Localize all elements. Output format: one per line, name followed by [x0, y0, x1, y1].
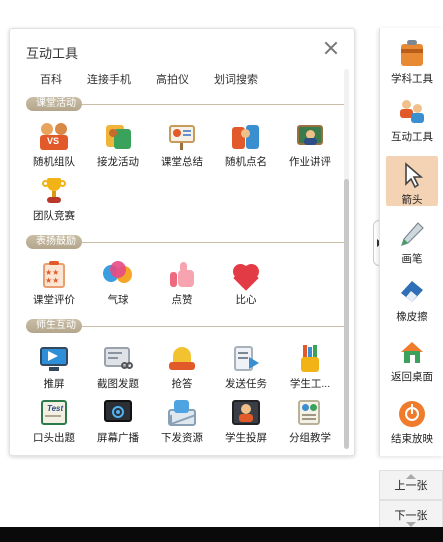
screenshot-scissors-icon — [103, 345, 133, 373]
sidebar-item-interactive-tools[interactable]: 互动工具 — [380, 98, 443, 144]
broadcast-icon — [103, 399, 133, 427]
group-teaching-icon — [295, 399, 325, 427]
tool-screenshot-question[interactable]: 截图发题 — [86, 345, 150, 391]
tool-distribute-resources[interactable]: 下发资源 — [150, 399, 214, 445]
divider — [82, 326, 344, 327]
tool-buzzer[interactable]: 抢答 — [150, 345, 214, 391]
link-connect-phone[interactable]: 连接手机 — [87, 71, 131, 87]
tool-class-summary[interactable]: 课堂总结 — [150, 123, 214, 169]
grid-teacher-student: 推屏 截图发题 抢答 发送任务 学生工... Test 口头出题 屏幕广播 下发… — [22, 345, 342, 445]
grid-class-activities: VS 随机组队 接龙活动 课堂总结 随机点名 作业讲评 团队竞赛 — [22, 123, 342, 223]
trophy-icon — [39, 177, 69, 205]
pen-icon — [398, 220, 426, 248]
toolbox-icon — [398, 40, 426, 68]
student-cast-icon — [231, 399, 261, 427]
sidebar-item-eraser[interactable]: 橡皮擦 — [380, 278, 443, 324]
sidebar-item-desktop[interactable]: 返回桌面 — [380, 338, 443, 384]
tool-relay-activity[interactable]: 接龙活动 — [86, 123, 150, 169]
send-task-icon — [231, 345, 261, 373]
tool-random-rollcall[interactable]: 随机点名 — [214, 123, 278, 169]
link-word-search[interactable]: 划词搜索 — [214, 71, 258, 87]
link-document-camera[interactable]: 高拍仪 — [156, 71, 189, 87]
tool-heart[interactable]: 比心 — [214, 261, 278, 307]
tool-oral-question[interactable]: Test 口头出题 — [22, 399, 86, 445]
thumbs-up-icon — [167, 261, 197, 289]
tool-send-task[interactable]: 发送任务 — [214, 345, 278, 391]
envelope-resources-icon — [167, 399, 197, 427]
monitor-push-icon — [39, 345, 69, 373]
bottom-bar — [0, 527, 443, 542]
grid-praise: ★★ ★★ 课堂评价 气球 点赞 比心 — [22, 261, 342, 307]
people-icon — [398, 98, 426, 126]
section-label: 表扬鼓励 — [26, 235, 82, 249]
right-toolbar: 学科工具 互动工具 箭头 画笔 橡皮擦 返回桌面 结束放映 — [379, 28, 443, 456]
rollcall-icon — [231, 123, 261, 151]
tool-student-tools[interactable]: 学生工... — [278, 345, 342, 391]
test-paper-icon: Test — [39, 399, 69, 427]
random-team-icon: VS — [39, 123, 69, 151]
link-encyclopedia[interactable]: 百科 — [40, 71, 62, 87]
section-label: 课堂活动 — [26, 97, 82, 111]
home-icon — [398, 338, 426, 366]
summary-board-icon — [167, 123, 197, 151]
tool-screen-broadcast[interactable]: 屏幕广播 — [86, 399, 150, 445]
section-header-class-activities: 课堂活动 — [26, 97, 344, 111]
divider — [82, 242, 344, 243]
heart-icon — [231, 261, 261, 291]
tool-like[interactable]: 点赞 — [150, 261, 214, 307]
interactive-tools-panel: 互动工具 百科 连接手机 高拍仪 划词搜索 课堂活动 VS 随机组队 接龙活动 … — [9, 28, 355, 456]
tool-push-screen[interactable]: 推屏 — [22, 345, 86, 391]
tool-team-competition[interactable]: 团队竞赛 — [22, 177, 86, 223]
sidebar-item-subject-tools[interactable]: 学科工具 — [380, 40, 443, 86]
close-icon[interactable] — [323, 40, 339, 56]
pencil-cup-icon — [295, 345, 325, 373]
sidebar-item-pen[interactable]: 画笔 — [380, 220, 443, 266]
scrollbar-thumb[interactable] — [344, 179, 349, 449]
section-header-teacher-student: 师生互动 — [26, 319, 344, 333]
next-slide-button[interactable]: 下一张 — [379, 500, 443, 530]
buzzer-icon — [167, 345, 197, 373]
panel-title: 互动工具 — [26, 46, 79, 61]
section-header-praise: 表扬鼓励 — [26, 235, 344, 249]
clipboard-stars-icon: ★★ ★★ — [39, 261, 69, 289]
tool-homework-review[interactable]: 作业讲评 — [278, 123, 342, 169]
relay-icon — [103, 123, 133, 151]
balloon-icon — [103, 261, 133, 289]
power-icon — [398, 400, 426, 428]
sidebar-item-arrow[interactable]: 箭头 — [386, 156, 438, 206]
prev-slide-button[interactable]: 上一张 — [379, 470, 443, 500]
section-label: 师生互动 — [26, 319, 82, 333]
homework-review-icon — [295, 123, 325, 151]
tool-balloon[interactable]: 气球 — [86, 261, 150, 307]
tool-student-cast[interactable]: 学生投屏 — [214, 399, 278, 445]
sidebar-item-end-show[interactable]: 结束放映 — [380, 400, 443, 446]
eraser-icon — [398, 278, 426, 306]
tool-class-evaluation[interactable]: ★★ ★★ 课堂评价 — [22, 261, 86, 307]
screen: { "panel": { "title": "互动工具", "top_links… — [0, 0, 443, 542]
tool-group-teaching[interactable]: 分组教学 — [278, 399, 342, 445]
tool-random-team[interactable]: VS 随机组队 — [22, 123, 86, 169]
cursor-arrow-icon — [398, 161, 426, 189]
divider — [82, 104, 344, 105]
chevron-up-icon — [406, 474, 416, 479]
top-links: 百科 连接手机 高拍仪 划词搜索 — [40, 71, 283, 87]
